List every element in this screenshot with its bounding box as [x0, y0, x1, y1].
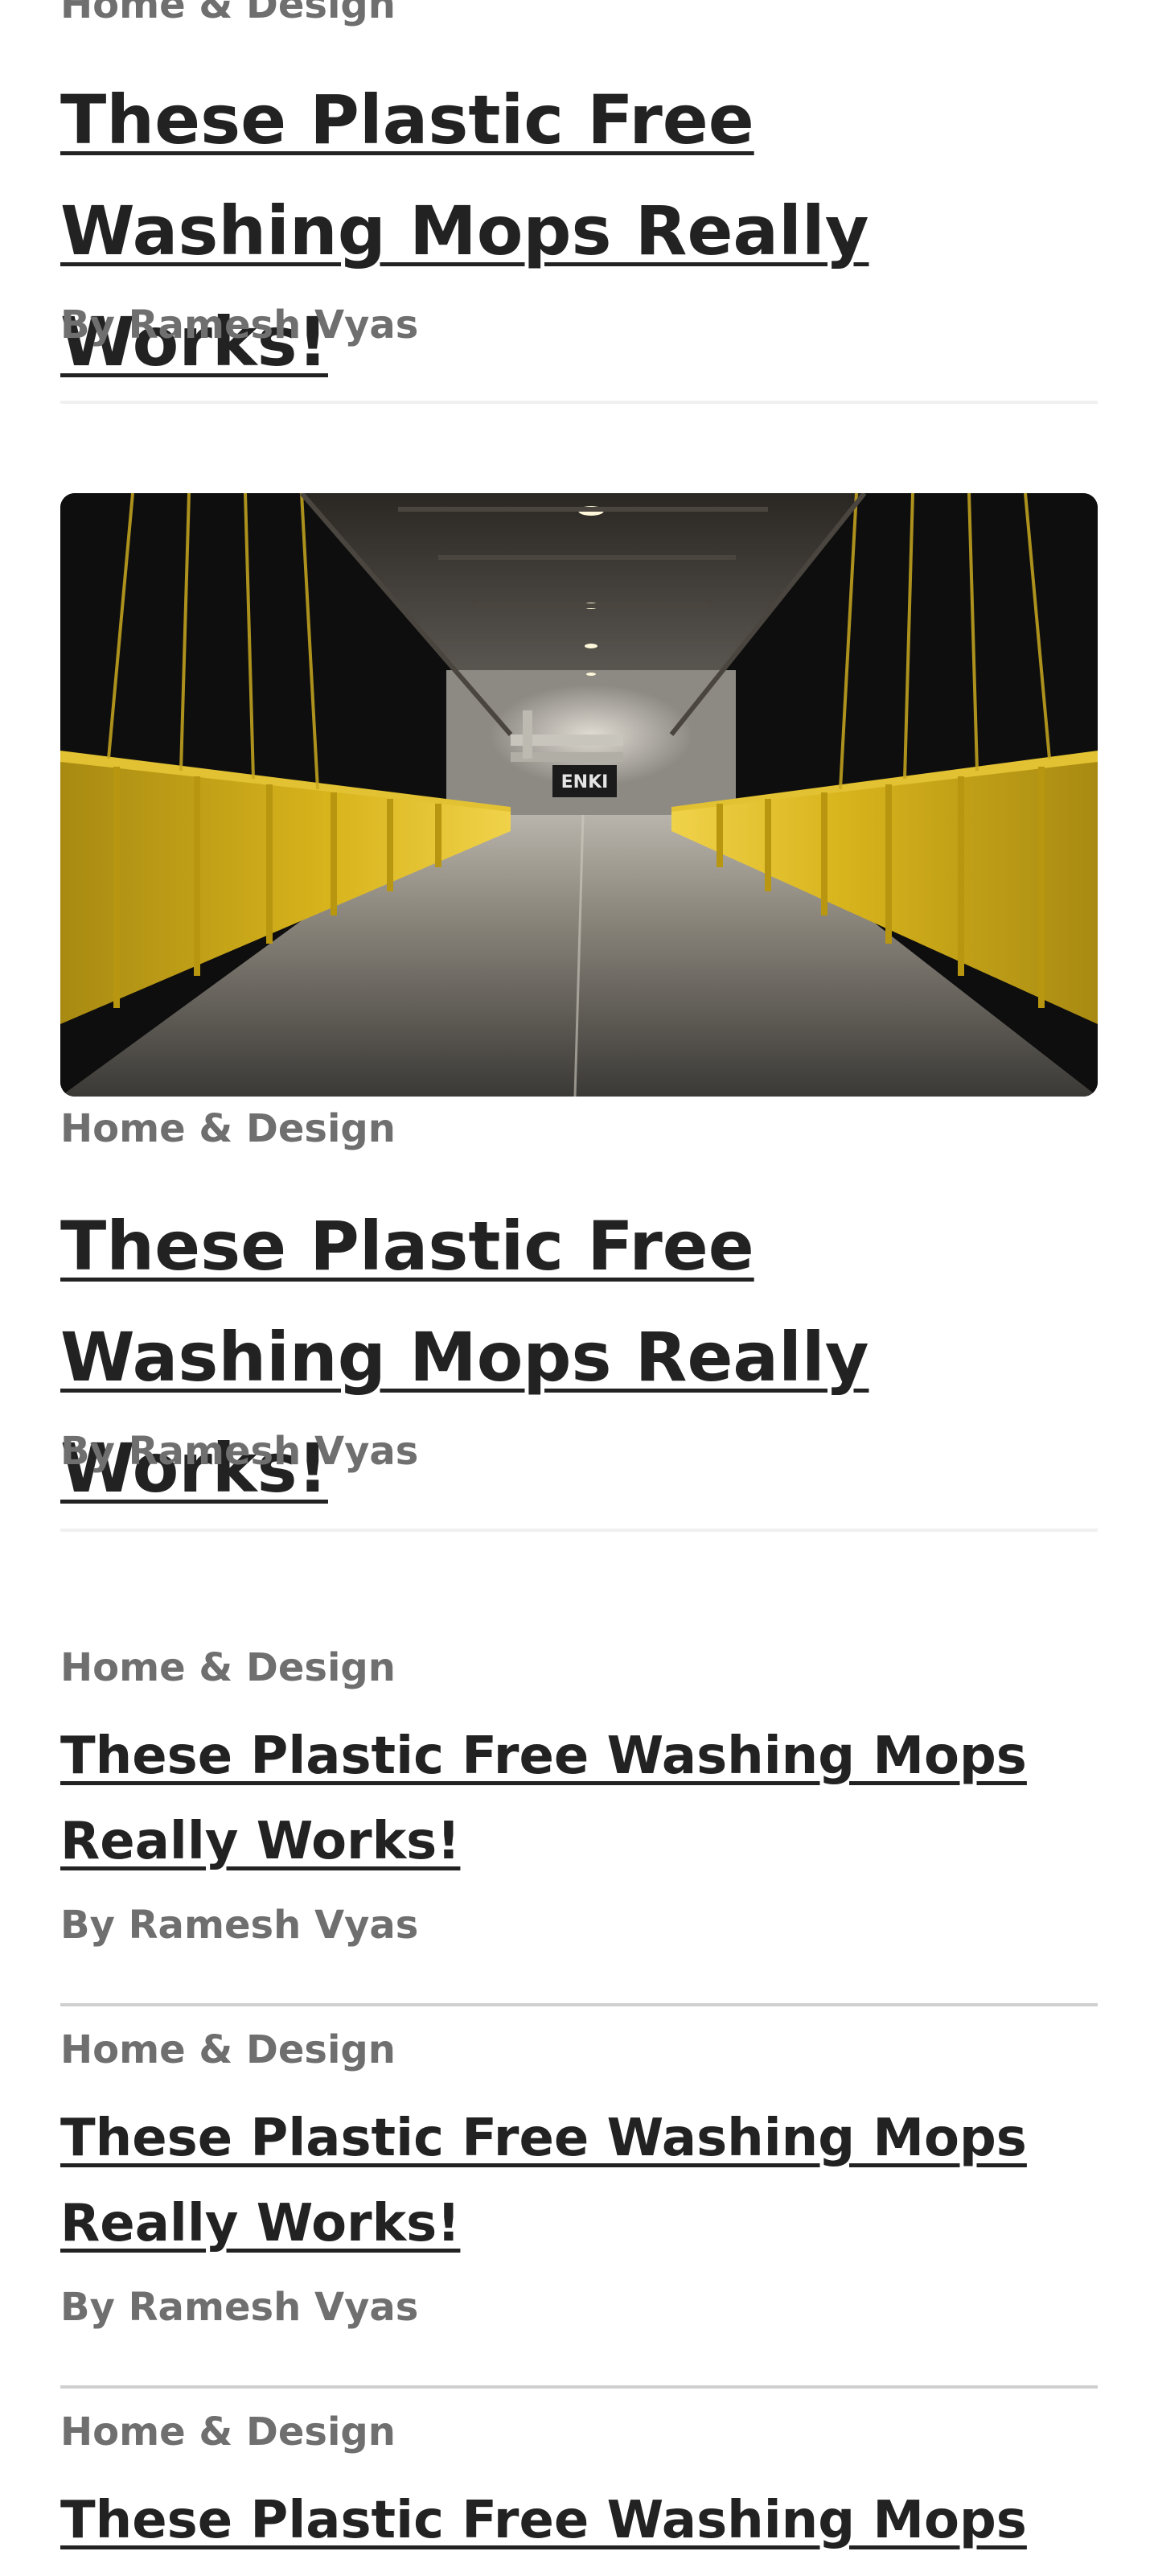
article-category[interactable]: Home & Design [60, 1645, 1098, 1690]
sign-text: ENKI [561, 772, 609, 792]
bridge-photo: ENKI [60, 493, 1098, 1097]
article-author[interactable]: By Ramesh Vyas [60, 2285, 1098, 2330]
article-title-block: These Plastic Free Washing Mops Really W… [60, 1714, 1098, 1884]
article-byline: By Ramesh Vyas [60, 1903, 1098, 1948]
article-byline: By Ramesh Vyas [60, 2285, 1098, 2330]
article-hero-image[interactable]: ENKI [60, 493, 1098, 1097]
article-byline: By Ramesh Vyas [60, 302, 1098, 348]
article-author[interactable]: By Ramesh Vyas [60, 1903, 1098, 1948]
article-feed: Home & Design These Plastic Free Washing… [0, 0, 1158, 2576]
article-divider [60, 1529, 1098, 1532]
article-title-link[interactable]: These Plastic Free Washing Mops Really W… [60, 2096, 1098, 2266]
article-byline: By Ramesh Vyas [60, 1429, 1098, 1474]
article-divider [60, 2003, 1098, 2006]
article-author[interactable]: By Ramesh Vyas [60, 1429, 1098, 1474]
article-title-link[interactable]: These Plastic Free Washing Mops Really W… [60, 1714, 1098, 1884]
article-category[interactable]: Home & Design [60, 2027, 1098, 2072]
article-category[interactable]: Home & Design [60, 1106, 1098, 1151]
article-divider [60, 401, 1098, 404]
article-card: Home & Design [60, 0, 1098, 27]
article-card: Home & Design [60, 1645, 1098, 1690]
article-card: Home & Design [60, 1106, 1098, 1151]
article-category[interactable]: Home & Design [60, 2409, 1098, 2455]
article-title-block: These Plastic Free Washing Mops Really W… [60, 2096, 1098, 2266]
article-title-block: These Plastic Free Washing Mops [60, 2478, 1098, 2563]
article-divider [60, 2385, 1098, 2389]
article-category[interactable]: Home & Design [60, 0, 1098, 27]
article-author[interactable]: By Ramesh Vyas [60, 302, 1098, 348]
article-card: Home & Design [60, 2409, 1098, 2455]
article-title-link[interactable]: These Plastic Free Washing Mops [60, 2478, 1098, 2563]
article-card: Home & Design [60, 2027, 1098, 2072]
